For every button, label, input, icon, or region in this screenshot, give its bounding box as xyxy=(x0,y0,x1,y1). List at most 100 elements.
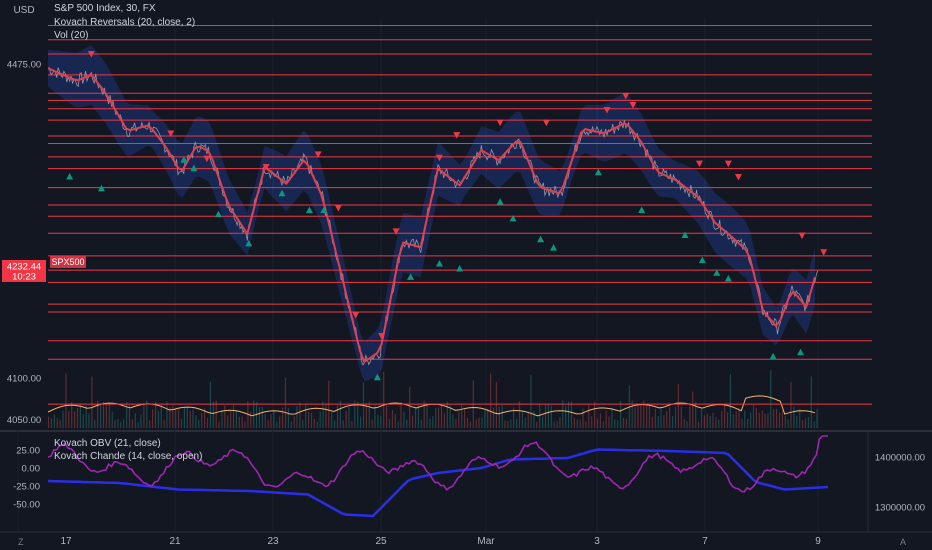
volume-bar xyxy=(322,401,324,428)
volume-bar xyxy=(721,410,723,428)
volume-bar xyxy=(452,413,454,428)
volume-bar xyxy=(250,411,252,428)
volume-bar xyxy=(117,419,119,428)
price-axis-tick: 4050.00 xyxy=(7,415,41,426)
volume-bar xyxy=(319,411,321,428)
volume-bar xyxy=(149,420,151,428)
volume-bar xyxy=(807,417,809,428)
volume-bar xyxy=(712,412,714,428)
chande-axis-tick: 0.00 xyxy=(22,464,41,475)
volume-bar xyxy=(518,401,521,428)
volume-bar xyxy=(686,421,688,428)
volume-bar xyxy=(435,408,437,428)
time-axis-label: 21 xyxy=(169,536,181,547)
volume-bar xyxy=(680,406,682,428)
volume-bar xyxy=(617,420,619,428)
volume-bar xyxy=(651,417,653,428)
volume-bar xyxy=(276,421,278,428)
volume-bar xyxy=(559,417,561,428)
volume-bar xyxy=(443,413,445,428)
volume-bar xyxy=(674,406,677,428)
volume-bar xyxy=(296,405,298,428)
volume-bar xyxy=(59,419,61,428)
volume-bar xyxy=(654,409,656,428)
trading-chart[interactable]: 4521.004504.004487.004462.004440.044431.… xyxy=(0,0,932,550)
volume-bar xyxy=(544,404,547,428)
time-axis-label: 7 xyxy=(702,536,708,547)
volume-bar xyxy=(498,406,500,428)
volume-bar xyxy=(105,404,107,428)
volume-bar xyxy=(637,404,639,428)
study-kovach-chande[interactable]: Kovach Chande (14, close, open) xyxy=(54,451,202,462)
volume-bar xyxy=(770,370,772,428)
volume-bar xyxy=(206,418,209,428)
volume-bar xyxy=(724,404,726,428)
volume-bar xyxy=(172,405,174,428)
volume-bar xyxy=(241,416,243,428)
volume-bar xyxy=(412,415,414,428)
volume-bar xyxy=(553,421,555,428)
volume-bar xyxy=(516,419,518,428)
study-kovach-obv[interactable]: Kovach OBV (21, close) xyxy=(54,438,161,449)
volume-bar xyxy=(79,404,81,428)
volume-bar xyxy=(481,417,483,428)
volume-bar xyxy=(221,411,223,428)
volume-bar xyxy=(420,419,422,428)
study-kovach-reversals[interactable]: Kovach Reversals (20, close, 2) xyxy=(54,17,195,28)
volume-bar xyxy=(677,384,679,428)
volume-bar xyxy=(273,410,275,428)
volume-bar xyxy=(305,403,307,428)
currency-label[interactable]: USD xyxy=(2,5,46,16)
volume-bar xyxy=(599,413,601,428)
volume-bar xyxy=(706,413,708,428)
volume-bar xyxy=(140,414,142,428)
volume-bar xyxy=(455,419,457,428)
volume-bar xyxy=(634,406,636,428)
volume-bar xyxy=(660,406,662,428)
volume-bar xyxy=(302,419,304,428)
volume-bar xyxy=(703,415,705,428)
volume-bar xyxy=(813,421,815,428)
volume-bar xyxy=(570,401,573,428)
volume-bar xyxy=(579,419,581,428)
volume-bar xyxy=(287,408,289,428)
volume-bar xyxy=(576,419,578,428)
timezone-icon[interactable]: Z xyxy=(18,537,24,547)
symbol-title[interactable]: S&P 500 Index, 30, FX xyxy=(54,3,156,14)
volume-bar xyxy=(761,410,763,428)
volume-bar xyxy=(689,403,691,428)
auto-scale-icon[interactable]: A xyxy=(900,537,906,547)
volume-bar xyxy=(334,420,336,428)
volume-bar xyxy=(738,408,740,428)
volume-bar xyxy=(131,419,133,428)
volume-bar xyxy=(152,409,154,428)
volume-bar xyxy=(556,421,558,428)
volume-bar xyxy=(582,408,584,428)
volume-bar xyxy=(270,414,272,428)
volume-bar xyxy=(492,407,495,428)
volume-bar xyxy=(186,406,188,428)
volume-bar xyxy=(622,417,625,428)
volume-bar xyxy=(709,416,711,428)
volume-bar xyxy=(700,407,703,428)
volume-bar xyxy=(230,411,232,428)
volume-bar xyxy=(232,405,235,428)
volume-bar xyxy=(212,401,214,428)
volume-bar xyxy=(351,421,353,428)
study-volume[interactable]: Vol (20) xyxy=(54,30,88,41)
volume-bar xyxy=(715,417,717,428)
volume-bar xyxy=(414,407,417,428)
volume-bar xyxy=(758,412,760,428)
time-axis-label: 17 xyxy=(60,536,72,547)
volume-bar xyxy=(143,402,145,428)
volume-bar xyxy=(120,421,122,428)
volume-bar xyxy=(163,419,165,428)
volume-bar xyxy=(594,401,596,428)
volume-bar xyxy=(261,407,263,428)
volume-bar xyxy=(50,418,53,428)
volume-bar xyxy=(62,410,64,428)
volume-bar xyxy=(397,421,399,428)
volume-bar xyxy=(342,420,344,428)
volume-bar xyxy=(657,416,659,428)
volume-bar xyxy=(692,391,694,428)
